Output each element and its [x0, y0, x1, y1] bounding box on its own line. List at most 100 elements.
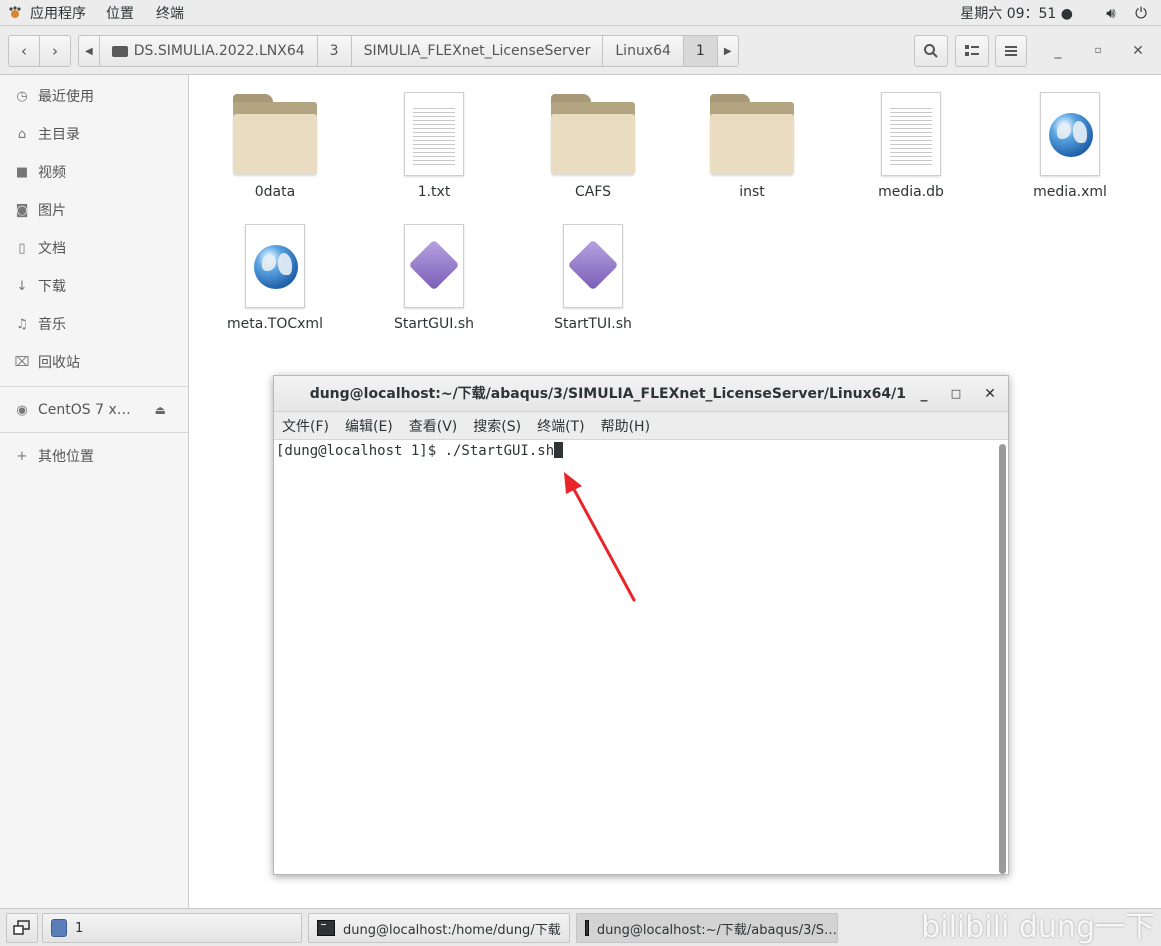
file-name: inst [739, 184, 765, 200]
sidebar-item-recent[interactable]: ◷ 最近使用 [0, 79, 188, 113]
script-file-icon [563, 224, 623, 308]
file-item-xml[interactable]: meta.TOCxml [205, 224, 345, 332]
sidebar-divider [0, 432, 188, 433]
terminal-title: dung@localhost:~/下载/abaqus/3/SIMULIA_FLE… [309, 386, 906, 402]
terminal-app-menu[interactable]: 终端 [142, 0, 192, 26]
file-name: media.db [878, 184, 944, 200]
menu-terminal[interactable]: 终端(T) [537, 416, 584, 436]
sidebar-item-home[interactable]: ⌂ 主目录 [0, 117, 188, 151]
file-name: 1.txt [417, 184, 451, 200]
applications-menu-label: 应用程序 [30, 5, 86, 22]
sidebar-item-device[interactable]: ◉ CentOS 7 x… ⏏ [0, 393, 188, 427]
file-name: 0data [254, 184, 296, 200]
terminal-output[interactable]: [dung@localhost 1]$ ./StartGUI.sh [274, 440, 996, 874]
eject-icon[interactable]: ⏏ [155, 403, 166, 417]
file-name: StartGUI.sh [393, 316, 475, 332]
download-icon: ↓ [16, 278, 28, 294]
search-button[interactable] [914, 35, 948, 67]
file-item-text[interactable]: 1.txt [364, 92, 504, 200]
minimize-button[interactable]: _ [1046, 39, 1070, 63]
volume-icon[interactable]: 🔊︎ [1103, 5, 1119, 21]
terminal-titlebar[interactable]: dung@localhost:~/下载/abaqus/3/SIMULIA_FLE… [274, 376, 1008, 412]
path-bar: ◀ DS.SIMULIA.2022.LNX64 3 SIMULIA_FLEXne… [78, 35, 739, 67]
sidebar-item-music[interactable]: ♫ 音乐 [0, 307, 188, 341]
terminal-scrollbar[interactable] [999, 444, 1006, 874]
menu-edit[interactable]: 编辑(E) [345, 416, 393, 436]
taskbar-item-terminal[interactable]: dung@localhost:~/下载/abaqus/3/S… [576, 913, 838, 943]
taskbar: 1 dung@localhost:/home/dung/下载 dung@loca… [0, 908, 1161, 946]
search-icon [924, 44, 938, 58]
path-segment[interactable]: SIMULIA_FLEXnet_LicenseServer [352, 36, 604, 66]
power-icon[interactable]: ⏻ [1133, 5, 1149, 21]
script-file-icon [404, 224, 464, 308]
view-toggle-button[interactable] [955, 35, 989, 67]
camera-icon: ◙ [15, 202, 29, 218]
file-item-folder[interactable]: inst [682, 94, 822, 200]
file-item-folder[interactable]: 0data [205, 94, 345, 200]
file-item-xml[interactable]: media.xml [1000, 92, 1140, 200]
chevron-left-icon: ‹ [21, 42, 27, 60]
disc-icon: ◉ [16, 402, 28, 418]
terminal-minimize-button[interactable]: _ [912, 382, 936, 406]
text-file-icon [881, 92, 941, 176]
close-button[interactable]: ✕ [1126, 39, 1150, 63]
file-item-script[interactable]: StartTUI.sh [523, 224, 663, 332]
terminal-maximize-button[interactable]: □ [944, 382, 968, 406]
applications-menu[interactable]: 应用程序 [0, 0, 94, 26]
places-menu-label: 位置 [106, 5, 134, 22]
terminal-app-menu-label: 终端 [156, 5, 184, 22]
sidebar-item-documents[interactable]: ▯ 文档 [0, 231, 188, 265]
music-icon: ♫ [16, 316, 28, 332]
path-scroll-right-button[interactable]: ▶ [718, 36, 738, 66]
workspace-switcher[interactable]: 1 [42, 913, 302, 943]
terminal-close-button[interactable]: ✕ [978, 382, 1002, 406]
file-item-script[interactable]: StartGUI.sh [364, 224, 504, 332]
trash-icon: ⌧ [14, 354, 30, 370]
sidebar-item-other-locations[interactable]: + 其他位置 [0, 439, 188, 473]
terminal-prompt: [dung@localhost 1]$ [276, 443, 445, 459]
taskbar-item-file-manager[interactable]: dung@localhost:/home/dung/下载 [308, 913, 570, 943]
menu-button[interactable] [995, 35, 1027, 67]
terminal-command: ./StartGUI.sh [444, 443, 555, 459]
path-scroll-left-button[interactable]: ◀ [79, 36, 100, 66]
sidebar-item-pictures[interactable]: ◙ 图片 [0, 193, 188, 227]
terminal-window[interactable]: dung@localhost:~/下载/abaqus/3/SIMULIA_FLE… [273, 375, 1009, 875]
path-segment[interactable]: Linux64 [603, 36, 684, 66]
file-manager-header: ‹ › ◀ DS.SIMULIA.2022.LNX64 3 SIMULIA_FL… [0, 26, 1161, 75]
menu-help[interactable]: 帮助(H) [601, 416, 650, 436]
file-name: StartTUI.sh [554, 316, 632, 332]
gnome-foot-icon [8, 5, 22, 20]
clock-icon: ◷ [16, 88, 28, 104]
text-file-icon [404, 92, 464, 176]
hamburger-icon [1005, 46, 1017, 56]
menu-view[interactable]: 查看(V) [409, 416, 458, 436]
clock[interactable]: 星期六 09：51 ● [960, 3, 1073, 23]
file-name: CAFS [574, 184, 612, 200]
terminal-cursor [554, 442, 564, 458]
show-desktop-button[interactable] [6, 913, 38, 943]
path-segment[interactable]: 3 [318, 36, 352, 66]
menu-file[interactable]: 文件(F) [282, 416, 329, 436]
forward-button[interactable]: › [39, 35, 71, 67]
places-menu[interactable]: 位置 [94, 0, 142, 26]
sidebar-divider [0, 386, 188, 387]
file-item-text[interactable]: media.db [841, 92, 981, 200]
menu-search[interactable]: 搜索(S) [473, 416, 521, 436]
top-panel: 应用程序 位置 终端 星期六 09：51 ● 🔊︎ ⏻ [0, 0, 1161, 26]
workspace-icon [51, 919, 67, 937]
maximize-button[interactable]: ▫ [1086, 39, 1110, 63]
sidebar-item-trash[interactable]: ⌧ 回收站 [0, 345, 188, 379]
terminal-menubar: 文件(F) 编辑(E) 查看(V) 搜索(S) 终端(T) 帮助(H) [274, 412, 1008, 440]
file-item-folder[interactable]: CAFS [523, 94, 663, 200]
chevron-right-icon: › [52, 42, 58, 60]
folder-icon [551, 94, 635, 176]
sidebar-item-videos[interactable]: ■ 视频 [0, 155, 188, 189]
terminal-icon [317, 920, 335, 936]
file-name: meta.TOCxml [227, 316, 323, 332]
path-segment[interactable]: DS.SIMULIA.2022.LNX64 [100, 36, 318, 66]
path-segment-current[interactable]: 1 [683, 36, 718, 66]
back-button[interactable]: ‹ [8, 35, 40, 67]
list-view-icon [965, 45, 979, 56]
sidebar-item-downloads[interactable]: ↓ 下载 [0, 269, 188, 303]
web-file-icon [1040, 92, 1100, 176]
